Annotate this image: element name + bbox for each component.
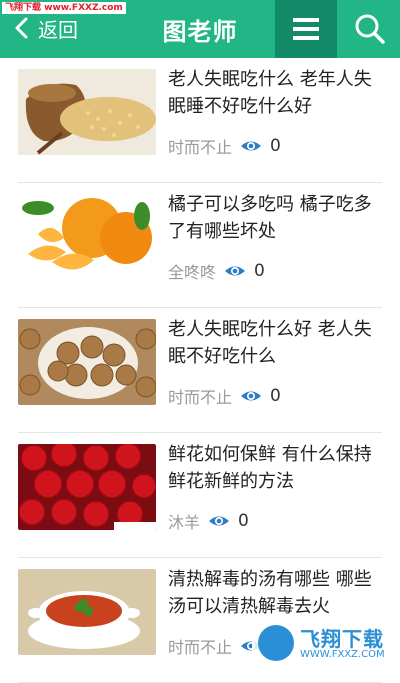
view-count: 0 xyxy=(270,136,281,156)
list-item[interactable]: 老人失眠吃什么 老年人失眠睡不好吃什么好 时而不止 0 xyxy=(18,58,382,183)
article-author: 时而不止 xyxy=(168,138,233,157)
article-meta: 时而不止 0 xyxy=(168,384,281,408)
view-count: 0 xyxy=(238,511,249,531)
eye-icon xyxy=(241,141,262,151)
search-icon xyxy=(355,14,385,44)
soup-bowl-image xyxy=(18,569,156,655)
article-title[interactable]: 橘子可以多吃吗 橘子吃多了有哪些坏处 xyxy=(168,191,382,245)
list-item[interactable]: 老人失眠吃什么好 老人失眠不好吃什么 时而不止 0 xyxy=(18,308,382,433)
article-meta: 时而不止 0 xyxy=(168,134,281,158)
eye-icon xyxy=(209,516,230,526)
view-count: 0 xyxy=(270,386,281,406)
watermark-text: 飞翔下载 xyxy=(300,627,384,651)
eye-icon xyxy=(241,391,262,401)
menu-icon xyxy=(293,18,319,40)
article-list: 老人失眠吃什么 老年人失眠睡不好吃什么好 时而不止 0 橘子可以多吃吗 橘子吃多… xyxy=(0,58,400,683)
article-author: 沐羊 xyxy=(168,513,201,532)
watermark-bottom: 飞翔下载 WWW.FXXZ.COM xyxy=(252,619,394,667)
article-title[interactable]: 老人失眠吃什么 老年人失眠睡不好吃什么好 xyxy=(168,66,382,120)
grain-sack-image xyxy=(18,69,156,155)
search-button[interactable] xyxy=(345,0,395,58)
list-item[interactable]: 鲜花如何保鲜 有什么保持鲜花新鲜的方法 沐羊 0 xyxy=(18,433,382,558)
watermark-top: 飞翔下载 www.FXXZ.com xyxy=(2,2,126,14)
walnuts-image xyxy=(18,319,156,405)
page-title: 图老师 xyxy=(162,18,238,46)
watermark-url: WWW.FXXZ.COM xyxy=(300,649,385,660)
list-item[interactable]: 橘子可以多吃吗 橘子吃多了有哪些坏处 全咚咚 0 xyxy=(18,183,382,308)
article-author: 时而不止 xyxy=(168,638,233,657)
article-meta: 沐羊 0 xyxy=(168,509,249,533)
app-header: 返回 图老师 飞翔下载 www.FXXZ.com xyxy=(0,0,400,58)
article-title[interactable]: 鲜花如何保鲜 有什么保持鲜花新鲜的方法 xyxy=(168,441,382,495)
article-meta: 全咚咚 0 xyxy=(168,259,265,283)
article-title[interactable]: 老人失眠吃什么好 老人失眠不好吃什么 xyxy=(168,316,382,370)
eye-icon xyxy=(225,266,246,276)
article-author: 时而不止 xyxy=(168,388,233,407)
red-roses-image xyxy=(18,444,156,530)
article-title[interactable]: 清热解毒的汤有哪些 哪些汤可以清热解毒去火 xyxy=(168,566,382,620)
watermark-logo-icon xyxy=(258,625,294,661)
view-count: 0 xyxy=(254,261,265,281)
tangerines-image xyxy=(18,194,156,280)
menu-button[interactable] xyxy=(275,0,337,58)
article-author: 全咚咚 xyxy=(168,263,217,282)
